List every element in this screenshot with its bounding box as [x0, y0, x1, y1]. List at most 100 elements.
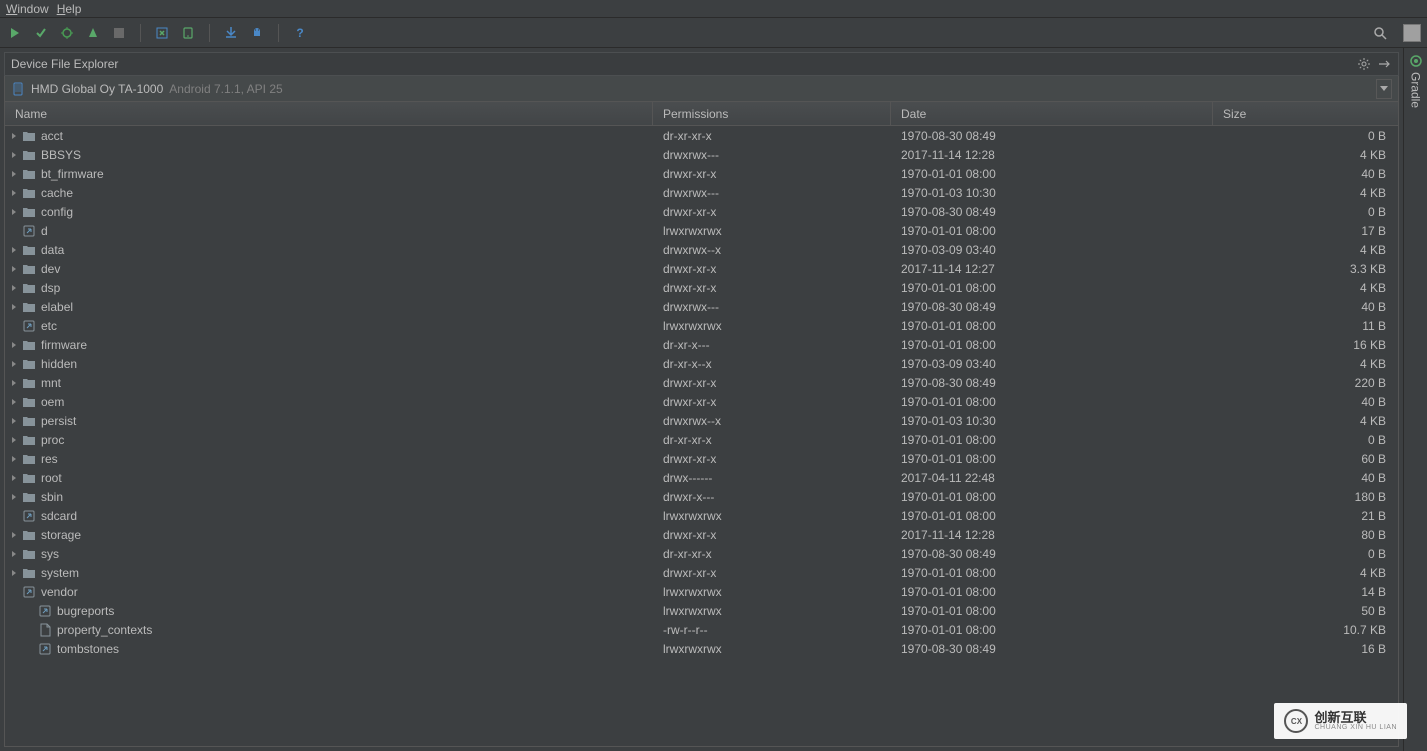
- table-row[interactable]: bugreportslrwxrwxrwx1970-01-01 08:0050 B: [5, 601, 1398, 620]
- cell-size: 0 B: [1213, 205, 1398, 219]
- android-icon[interactable]: [248, 24, 266, 42]
- table-row[interactable]: configdrwxr-xr-x1970-08-30 08:490 B: [5, 202, 1398, 221]
- expand-arrow-icon[interactable]: [9, 302, 19, 312]
- search-icon[interactable]: [1371, 24, 1389, 42]
- sync-icon[interactable]: [153, 24, 171, 42]
- apply-changes-icon[interactable]: [32, 24, 50, 42]
- cell-size: 16 KB: [1213, 338, 1398, 352]
- cell-permissions: drwxrwx--x: [653, 414, 891, 428]
- table-row[interactable]: rootdrwx------2017-04-11 22:4840 B: [5, 468, 1398, 487]
- sdk-manager-icon[interactable]: [222, 24, 240, 42]
- menu-help[interactable]: Help: [57, 2, 82, 16]
- cell-size: 4 KB: [1213, 281, 1398, 295]
- table-row[interactable]: property_contexts-rw-r--r--1970-01-01 08…: [5, 620, 1398, 639]
- row-name: sdcard: [41, 509, 77, 523]
- cell-size: 220 B: [1213, 376, 1398, 390]
- expand-arrow-icon[interactable]: [9, 568, 19, 578]
- table-row[interactable]: hiddendr-xr-x--x1970-03-09 03:404 KB: [5, 354, 1398, 373]
- table-row[interactable]: BBSYSdrwxrwx---2017-11-14 12:284 KB: [5, 145, 1398, 164]
- watermark-logo-icon: CX: [1284, 709, 1308, 733]
- table-row[interactable]: dlrwxrwxrwx1970-01-01 08:0017 B: [5, 221, 1398, 240]
- device-dropdown-icon[interactable]: [1376, 79, 1392, 99]
- cell-name: system: [5, 566, 653, 580]
- menu-window[interactable]: Window: [6, 2, 49, 16]
- column-name[interactable]: Name: [5, 102, 653, 125]
- expand-arrow-icon[interactable]: [9, 150, 19, 160]
- expand-arrow-icon[interactable]: [9, 397, 19, 407]
- table-row[interactable]: sdcardlrwxrwxrwx1970-01-01 08:0021 B: [5, 506, 1398, 525]
- expand-arrow-icon[interactable]: [9, 454, 19, 464]
- table-row[interactable]: oemdrwxr-xr-x1970-01-01 08:0040 B: [5, 392, 1398, 411]
- folder-icon: [22, 205, 36, 219]
- run-icon[interactable]: [6, 24, 24, 42]
- toolbar-separator: [209, 24, 210, 42]
- table-row[interactable]: sbindrwxr-x---1970-01-01 08:00180 B: [5, 487, 1398, 506]
- hide-icon[interactable]: [1376, 56, 1392, 72]
- table-body[interactable]: acctdr-xr-xr-x1970-08-30 08:490 BBBSYSdr…: [4, 126, 1399, 747]
- column-permissions[interactable]: Permissions: [653, 102, 891, 125]
- table-row[interactable]: bt_firmwaredrwxr-xr-x1970-01-01 08:0040 …: [5, 164, 1398, 183]
- expand-arrow-icon[interactable]: [9, 169, 19, 179]
- cell-date: 1970-01-01 08:00: [891, 433, 1213, 447]
- column-size[interactable]: Size: [1213, 102, 1398, 125]
- expand-arrow-icon[interactable]: [9, 435, 19, 445]
- expand-arrow-icon[interactable]: [9, 188, 19, 198]
- expand-arrow-icon[interactable]: [9, 245, 19, 255]
- cell-date: 1970-01-01 08:00: [891, 452, 1213, 466]
- table-row[interactable]: etclrwxrwxrwx1970-01-01 08:0011 B: [5, 316, 1398, 335]
- expand-arrow-icon[interactable]: [9, 283, 19, 293]
- gradle-tab[interactable]: Gradle: [1409, 54, 1423, 108]
- table-row[interactable]: dspdrwxr-xr-x1970-01-01 08:004 KB: [5, 278, 1398, 297]
- row-name: sys: [41, 547, 59, 561]
- avd-manager-icon[interactable]: [179, 24, 197, 42]
- device-selector[interactable]: HMD Global Oy TA-1000 Android 7.1.1, API…: [4, 76, 1399, 102]
- table-row[interactable]: persistdrwxrwx--x1970-01-03 10:304 KB: [5, 411, 1398, 430]
- table-row[interactable]: procdr-xr-xr-x1970-01-01 08:000 B: [5, 430, 1398, 449]
- column-date[interactable]: Date: [891, 102, 1213, 125]
- expand-arrow-icon[interactable]: [9, 416, 19, 426]
- user-icon[interactable]: [1403, 24, 1421, 42]
- table-row[interactable]: devdrwxr-xr-x2017-11-14 12:273.3 KB: [5, 259, 1398, 278]
- expand-arrow-icon[interactable]: [9, 549, 19, 559]
- cell-permissions: -rw-r--r--: [653, 623, 891, 637]
- table-row[interactable]: systemdrwxr-xr-x1970-01-01 08:004 KB: [5, 563, 1398, 582]
- stop-icon[interactable]: [110, 24, 128, 42]
- expand-arrow-icon[interactable]: [9, 492, 19, 502]
- folder-icon: [22, 528, 36, 542]
- cell-size: 0 B: [1213, 433, 1398, 447]
- expand-arrow-icon[interactable]: [9, 473, 19, 483]
- expand-arrow-icon[interactable]: [9, 207, 19, 217]
- help-icon[interactable]: ?: [291, 24, 309, 42]
- table-row[interactable]: datadrwxrwx--x1970-03-09 03:404 KB: [5, 240, 1398, 259]
- table-row[interactable]: resdrwxr-xr-x1970-01-01 08:0060 B: [5, 449, 1398, 468]
- table-row[interactable]: tombstoneslrwxrwxrwx1970-08-30 08:4916 B: [5, 639, 1398, 658]
- table-row[interactable]: sysdr-xr-xr-x1970-08-30 08:490 B: [5, 544, 1398, 563]
- cell-name: res: [5, 452, 653, 466]
- table-row[interactable]: cachedrwxrwx---1970-01-03 10:304 KB: [5, 183, 1398, 202]
- cell-name: sys: [5, 547, 653, 561]
- cell-size: 17 B: [1213, 224, 1398, 238]
- expand-arrow-icon[interactable]: [9, 340, 19, 350]
- table-row[interactable]: firmwaredr-xr-x---1970-01-01 08:0016 KB: [5, 335, 1398, 354]
- row-name: etc: [41, 319, 57, 333]
- expand-arrow-icon[interactable]: [9, 378, 19, 388]
- debug-icon[interactable]: [58, 24, 76, 42]
- cell-name: d: [5, 224, 653, 238]
- gear-icon[interactable]: [1356, 56, 1372, 72]
- table-row[interactable]: acctdr-xr-xr-x1970-08-30 08:490 B: [5, 126, 1398, 145]
- expand-arrow-icon[interactable]: [9, 264, 19, 274]
- toolbar-separator: [278, 24, 279, 42]
- folder-icon: [22, 262, 36, 276]
- cell-date: 1970-01-01 08:00: [891, 395, 1213, 409]
- profile-icon[interactable]: [84, 24, 102, 42]
- table-row[interactable]: mntdrwxr-xr-x1970-08-30 08:49220 B: [5, 373, 1398, 392]
- expand-arrow-icon[interactable]: [9, 131, 19, 141]
- expand-arrow-icon[interactable]: [9, 530, 19, 540]
- cell-permissions: lrwxrwxrwx: [653, 642, 891, 656]
- table-row[interactable]: elabeldrwxrwx---1970-08-30 08:4940 B: [5, 297, 1398, 316]
- cell-name: hidden: [5, 357, 653, 371]
- table-row[interactable]: vendorlrwxrwxrwx1970-01-01 08:0014 B: [5, 582, 1398, 601]
- expand-arrow-icon[interactable]: [9, 359, 19, 369]
- right-sidebar: Gradle: [1403, 48, 1427, 751]
- table-row[interactable]: storagedrwxr-xr-x2017-11-14 12:2880 B: [5, 525, 1398, 544]
